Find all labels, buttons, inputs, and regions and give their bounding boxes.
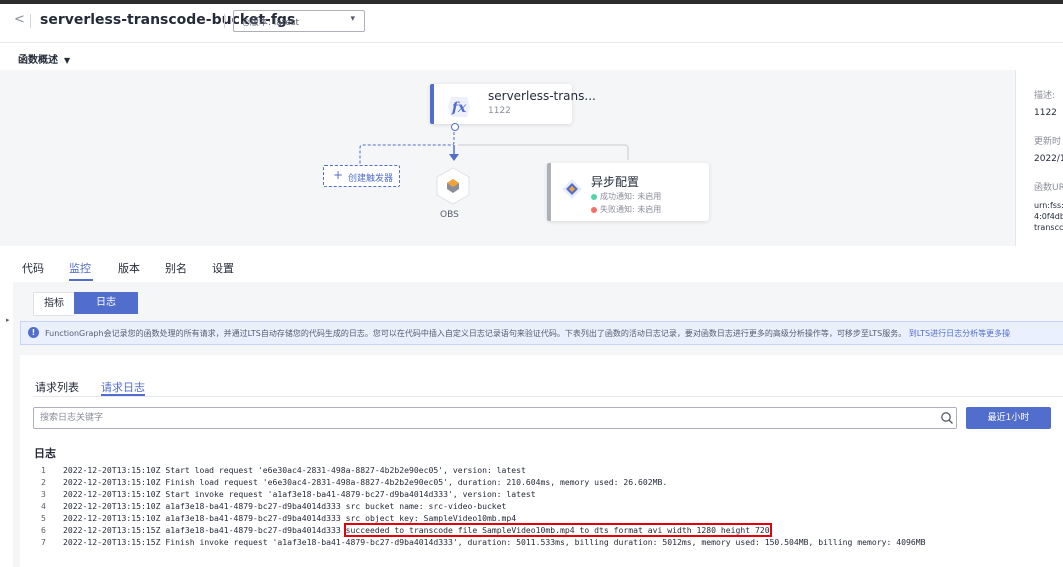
log-line: 7 2022-12-20T13:15:15Z Finish invoke requ… [33,536,926,548]
desc-value: 1122 [1034,108,1057,118]
info-banner-text: FunctionGraph会记录您的函数处理的所有请求，并通过LTS自动存储您的… [45,328,1010,339]
function-info-panel: 描述: 1122 更新时 2022/1 函数UR urn:fss: 4:0f4d… [1016,70,1063,246]
node-accent-bar [547,163,551,221]
log-text: 2022-12-20T13:15:10Z a1af3e18-ba41-4879-… [63,513,517,523]
log-line: 1 2022-12-20T13:15:10Z Start load request… [33,464,526,476]
log-section-title: 日志 [34,447,56,460]
line-number: 2 [41,477,46,487]
lts-analysis-link[interactable]: 到LTS进行日志分析等更多操 [909,329,1010,338]
log-search-input[interactable] [40,411,920,425]
active-tab-indicator [69,279,93,281]
info-text: FunctionGraph会记录您的函数处理的所有请求，并通过LTS自动存储您的… [45,329,907,338]
time-range-button[interactable]: 最近1小时 [966,407,1051,429]
async-success-status: 成功通知: 未启用 [591,191,661,202]
log-text: 2022-12-20T13:15:10Z Finish load request… [63,477,668,487]
log-text: 2022-12-20T13:15:10Z Start load request … [63,465,526,475]
tab-aliases[interactable]: 别名 [165,260,187,276]
async-config-node[interactable]: 异步配置 成功通知: 未启用 失败通知: 未启用 [547,163,709,221]
function-node-subtitle: 1122 [488,106,511,116]
urn-value-line: urn:fss: [1034,201,1063,210]
subtab-request-log[interactable]: 请求日志 [101,379,145,395]
line-number: 7 [41,537,46,547]
highlighted-log-text: succeeded to transcode file SampleVideo1… [343,523,772,537]
log-text: 2022-12-20T13:15:15Z a1af3e18-ba41-4879-… [63,525,346,535]
obs-trigger-icon[interactable] [434,167,472,205]
log-line: 5 2022-12-20T13:15:10Z a1af3e18-ba41-4879… [33,512,516,524]
line-number: 4 [41,501,46,511]
segment-metrics[interactable]: 指标 [33,292,74,316]
function-node-name: serverless-trans... [488,89,596,103]
create-trigger-button[interactable]: + 创建触发器 [323,165,400,187]
async-config-title: 异步配置 [591,175,640,189]
node-accent-bar [430,84,434,124]
svg-text:fx: fx [451,100,467,116]
tab-settings[interactable]: 设置 [212,260,234,276]
urn-value-line: 4:0f4db [1034,212,1063,221]
create-trigger-label: 创建触发器 [348,174,394,184]
success-dot-icon [591,193,597,200]
async-failure-status: 失败通知: 未启用 [591,204,661,215]
async-failure-text: 失败通知: 未启用 [600,205,662,214]
info-icon: ! [28,327,39,338]
async-success-text: 成功通知: 未启用 [600,192,662,201]
subtab-request-list[interactable]: 请求列表 [35,379,79,395]
tab-code[interactable]: 代码 [22,260,44,276]
log-line: 4 2022-12-20T13:15:10Z a1af3e18-ba41-4879… [33,500,506,512]
log-text: 2022-12-20T13:15:15Z Finish invoke reque… [63,537,926,547]
segment-logs[interactable]: 日志 [74,292,138,314]
line-number: 3 [41,489,46,499]
urn-value-line: transcc [1034,223,1063,232]
info-banner: ! FunctionGraph会记录您的函数处理的所有请求，并通过LTS自动存储… [20,321,1063,345]
tab-versions[interactable]: 版本 [118,260,140,276]
expand-arrow-icon[interactable]: ▸ [6,316,10,324]
subtab-divider [33,396,1063,397]
active-subtab-indicator [101,394,145,396]
failure-dot-icon [591,206,597,213]
desc-label: 描述: [1034,91,1056,101]
line-number: 6 [41,525,46,535]
log-line: 2 2022-12-20T13:15:10Z Finish load reques… [33,476,667,488]
line-number: 5 [41,513,46,523]
urn-label: 函数UR [1034,183,1063,193]
search-icon[interactable] [940,411,954,425]
log-search-box [33,407,957,429]
log-line: 3 2022-12-20T13:15:10Z Start invoke reque… [33,488,536,500]
function-node[interactable]: fx serverless-trans... 1122 [430,84,596,124]
log-text: 2022-12-20T13:15:10Z Start invoke reques… [63,489,536,499]
updated-value: 2022/1 [1034,154,1063,164]
log-line: 6 2022-12-20T13:15:15Z a1af3e18-ba41-4879… [33,523,772,537]
function-icon: fx [448,97,470,117]
plus-icon: + [333,168,344,182]
function-tabs: 代码 监控 版本 别名 设置 [0,252,1063,281]
obs-label: OBS [440,210,459,220]
log-text: 2022-12-20T13:15:10Z a1af3e18-ba41-4879-… [63,501,507,511]
tab-monitor[interactable]: 监控 [69,260,91,276]
line-number: 1 [41,465,46,475]
updated-label: 更新时 [1034,137,1062,147]
output-port[interactable] [451,123,459,131]
async-config-icon [562,179,582,199]
